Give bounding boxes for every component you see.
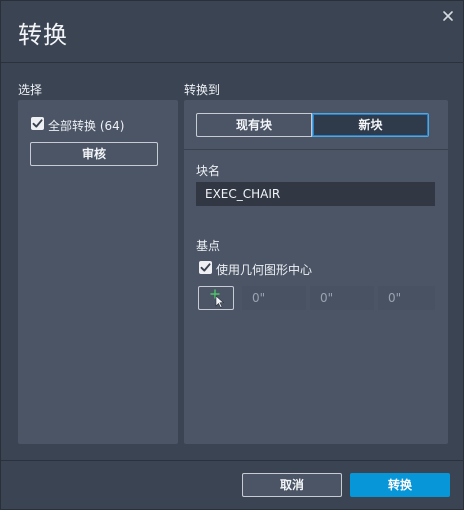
pick-point-icon: [210, 289, 225, 308]
base-point-y-input[interactable]: 0": [310, 286, 374, 310]
block-name-label: 块名: [196, 164, 221, 178]
close-icon[interactable]: [442, 10, 454, 22]
footer-divider: [1, 460, 464, 461]
checkmark-icon: [200, 263, 211, 272]
convert-button[interactable]: 转换: [350, 473, 450, 497]
selection-label: 选择: [18, 83, 43, 97]
existing-block-tab[interactable]: 现有块: [196, 113, 312, 137]
dialog-title: 转换: [18, 21, 68, 49]
convert-all-label: 全部转换 (64): [48, 119, 125, 133]
convert-dialog: 转换 选择 全部转换 (64) 审核 转换到 现有块 新块 块名 EXEC_CH…: [0, 0, 464, 510]
checkmark-icon: [32, 119, 43, 128]
use-center-label: 使用几何图形中心: [216, 263, 313, 277]
title-divider: [1, 62, 464, 63]
block-name-input[interactable]: EXEC_CHAIR: [196, 182, 435, 206]
new-block-tab[interactable]: 新块: [312, 113, 429, 137]
review-button[interactable]: 审核: [30, 142, 158, 166]
convert-to-label: 转换到: [184, 83, 221, 97]
base-point-label: 基点: [196, 239, 221, 253]
pick-point-button[interactable]: [198, 286, 234, 310]
panel-divider: [184, 149, 448, 150]
convert-all-checkbox[interactable]: [31, 117, 44, 130]
cancel-button[interactable]: 取消: [242, 473, 342, 497]
base-point-z-input[interactable]: 0": [378, 286, 435, 310]
base-point-x-input[interactable]: 0": [242, 286, 306, 310]
use-center-checkbox[interactable]: [199, 261, 212, 274]
